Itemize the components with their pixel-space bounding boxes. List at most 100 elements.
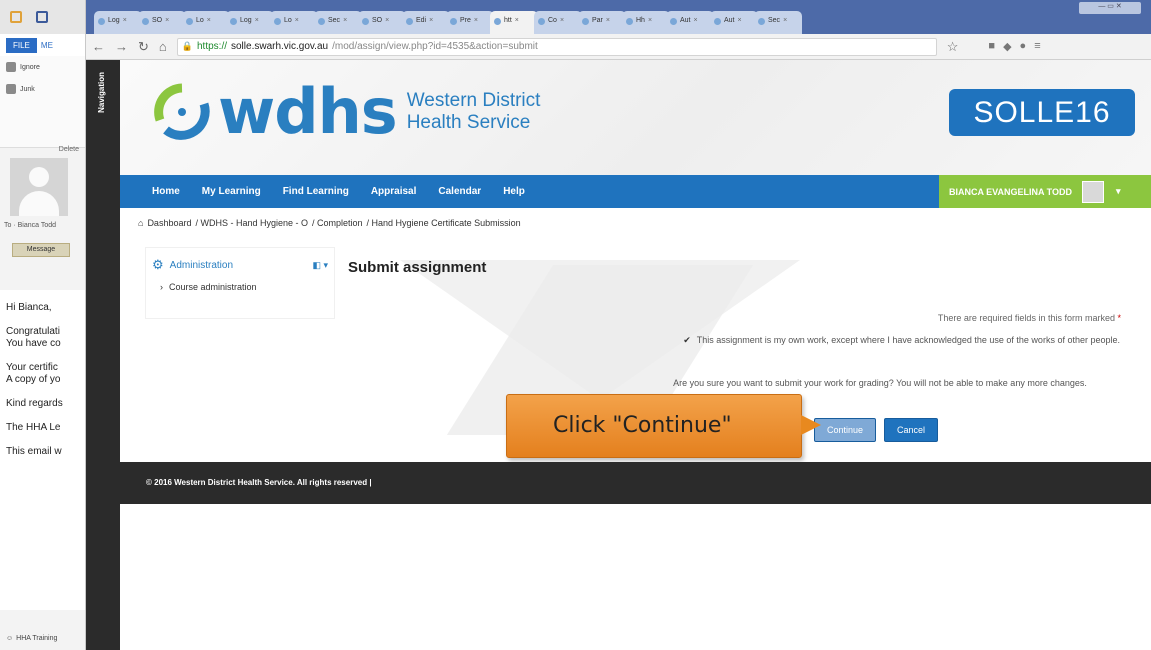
- people-icon: ☺: [6, 635, 14, 642]
- wdhs-logo[interactable]: wdhs Western District Health Service: [152, 75, 541, 148]
- logo-subtitle-line: Western District: [406, 90, 541, 111]
- browser-tab[interactable]: Sec ×: [314, 11, 362, 34]
- close-icon[interactable]: ×: [515, 17, 519, 24]
- extension-icon[interactable]: ■: [988, 40, 995, 53]
- nav-find-learning[interactable]: Find Learning: [283, 186, 349, 197]
- browser-tab[interactable]: Pre ×: [446, 11, 494, 34]
- navigation-drawer-toggle[interactable]: Navigation: [86, 60, 120, 650]
- window-controls[interactable]: — ▭ ✕: [1079, 2, 1141, 14]
- browser-tab[interactable]: Hh ×: [622, 11, 670, 34]
- browser-toolbar: ← → ↻ ⌂ 🔒 https:// solle.swarh.vic.gov.au…: [86, 34, 1151, 60]
- close-icon[interactable]: ×: [343, 17, 347, 24]
- required-note-text: There are required fields in this form m…: [937, 313, 1115, 323]
- block-item-label: Course administration: [169, 282, 257, 292]
- junk-icon: [6, 84, 16, 94]
- block-header: ⚙ Administration ◧ ▾: [146, 248, 334, 282]
- avatar-head-shape: [29, 167, 49, 187]
- block-dock-icon[interactable]: ◧ ▾: [312, 260, 328, 271]
- extension-icon[interactable]: ●: [1020, 40, 1027, 53]
- contact-avatar: [10, 158, 68, 216]
- logo-wordmark: wdhs: [218, 75, 398, 148]
- close-icon[interactable]: ×: [295, 17, 299, 24]
- close-icon[interactable]: ×: [207, 17, 211, 24]
- user-menu[interactable]: BIANCA EVANGELINA TODD ▾: [939, 175, 1151, 208]
- breadcrumb-course[interactable]: / WDHS - Hand Hygiene - O: [195, 218, 308, 228]
- forward-icon[interactable]: →: [115, 39, 128, 54]
- extension-icon[interactable]: ◆: [1003, 40, 1011, 53]
- url-host: solle.swarh.vic.gov.au: [231, 41, 329, 52]
- browser-tab-active[interactable]: htt ×: [490, 11, 538, 35]
- browser-tab[interactable]: Lo ×: [182, 11, 230, 34]
- menu-icon[interactable]: ≡: [1034, 40, 1040, 53]
- confirmation-text: Are you sure you want to submit your wor…: [673, 378, 1087, 388]
- close-icon[interactable]: ×: [648, 17, 652, 24]
- url-path: /mod/assign/view.php?id=4535&action=subm…: [332, 41, 538, 52]
- close-icon[interactable]: ×: [255, 17, 259, 24]
- outlook-app-icon: [10, 11, 22, 23]
- close-icon[interactable]: ×: [738, 17, 742, 24]
- browser-tab[interactable]: Log ×: [94, 11, 142, 34]
- close-icon[interactable]: ×: [694, 17, 698, 24]
- breadcrumb-section[interactable]: / Completion: [312, 218, 363, 228]
- administration-block: ⚙ Administration ◧ ▾ › Course administra…: [146, 248, 334, 318]
- statement-text: This assignment is my own work, except w…: [696, 335, 1120, 345]
- back-icon[interactable]: ←: [92, 39, 105, 54]
- web-page: Navigation wdhs Western District Health …: [86, 60, 1151, 650]
- outlook-footer: ☺ HHA Training: [6, 635, 57, 642]
- browser-tab[interactable]: SO ×: [358, 11, 406, 34]
- nav-home[interactable]: Home: [152, 186, 180, 197]
- extension-icons: ■ ◆ ● ≡: [988, 40, 1040, 53]
- junk-button[interactable]: Junk: [6, 84, 79, 94]
- address-bar[interactable]: 🔒 https:// solle.swarh.vic.gov.au/mod/ass…: [176, 37, 937, 56]
- block-title: Administration: [169, 259, 234, 271]
- breadcrumb-activity[interactable]: / Hand Hygiene Certificate Submission: [367, 218, 521, 228]
- message-tab[interactable]: ME: [41, 41, 53, 50]
- ignore-button[interactable]: Ignore: [6, 62, 79, 72]
- nav-appraisal[interactable]: Appraisal: [371, 186, 417, 197]
- course-administration-link[interactable]: › Course administration: [146, 282, 334, 292]
- navigation-drawer-label: Navigation: [97, 72, 106, 113]
- browser-tab[interactable]: Par ×: [578, 11, 626, 34]
- save-icon[interactable]: [36, 11, 48, 23]
- close-icon[interactable]: ×: [783, 17, 787, 24]
- outlook-ribbon: Ignore Junk: [0, 56, 85, 148]
- file-tab[interactable]: FILE: [6, 37, 37, 53]
- browser-tab[interactable]: Aut ×: [710, 11, 758, 34]
- close-icon[interactable]: ×: [474, 17, 478, 24]
- user-name: BIANCA EVANGELINA TODD: [949, 186, 1073, 197]
- browser-tab[interactable]: Sec ×: [754, 11, 802, 34]
- browser-tab[interactable]: Lo ×: [270, 11, 318, 34]
- browser-tab[interactable]: Co ×: [534, 11, 582, 34]
- browser-tab[interactable]: Aut ×: [666, 11, 714, 34]
- reload-icon[interactable]: ↻: [138, 39, 149, 55]
- home-icon[interactable]: ⌂: [138, 218, 143, 228]
- continue-button[interactable]: Continue: [814, 418, 876, 442]
- email-line: This email w: [6, 446, 62, 457]
- nav-calendar[interactable]: Calendar: [438, 186, 481, 197]
- outlook-ribbon-tabs: FILE ME: [0, 34, 85, 56]
- browser-tab[interactable]: Log ×: [226, 11, 274, 34]
- close-icon[interactable]: ×: [560, 17, 564, 24]
- checkmark-icon[interactable]: ✔: [683, 335, 691, 345]
- main-navigation: Home My Learning Find Learning Appraisal…: [120, 175, 1151, 208]
- user-avatar: [1082, 180, 1105, 203]
- form-buttons: Continue Cancel: [814, 418, 939, 442]
- message-button[interactable]: Message: [12, 243, 70, 257]
- close-icon[interactable]: ×: [606, 17, 610, 24]
- close-icon[interactable]: ×: [123, 17, 127, 24]
- close-icon[interactable]: ×: [429, 17, 433, 24]
- wdhs-logo-icon: [154, 83, 210, 140]
- browser-tab[interactable]: SO ×: [138, 11, 186, 34]
- close-icon[interactable]: ×: [165, 17, 169, 24]
- browser-tab[interactable]: Edi ×: [402, 11, 450, 34]
- home-icon[interactable]: ⌂: [159, 39, 167, 54]
- nav-my-learning[interactable]: My Learning: [202, 186, 261, 197]
- bookmark-star-icon[interactable]: ☆: [947, 39, 959, 55]
- junk-label: Junk: [20, 85, 35, 93]
- nav-help[interactable]: Help: [503, 186, 525, 197]
- close-icon[interactable]: ×: [385, 17, 389, 24]
- breadcrumb-dashboard[interactable]: Dashboard: [147, 218, 191, 228]
- url-scheme: https://: [196, 41, 227, 52]
- cancel-button[interactable]: Cancel: [884, 418, 939, 442]
- tab-strip: Log × SO × Lo × Log × Lo × Sec × SO × Edi × Pre ×…: [86, 0, 1151, 35]
